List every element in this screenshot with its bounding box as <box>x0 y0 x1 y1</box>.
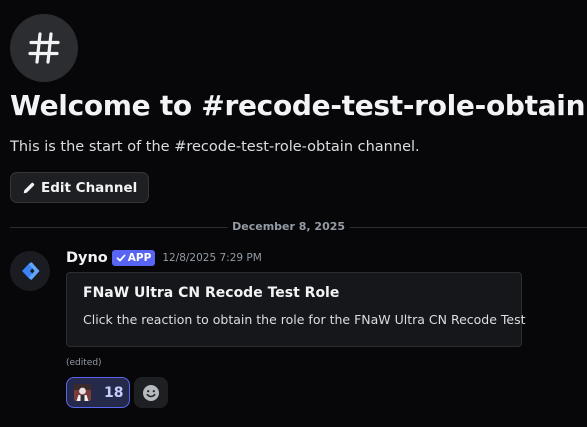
custom-character-emoji-icon <box>74 384 91 401</box>
reaction-count: 18 <box>104 384 124 401</box>
chat-view: Welcome to #recode-test-role-obtain! Thi… <box>0 0 587 427</box>
smiley-add-reaction-icon <box>143 384 159 401</box>
welcome-title: Welcome to #recode-test-role-obtain! <box>10 89 587 122</box>
embed-title: FNaW Ultra CN Recode Test Role <box>83 285 340 301</box>
edited-label: (edited) <box>66 358 102 368</box>
hashtag-icon <box>28 32 60 64</box>
embed-description: Click the reaction to obtain the role fo… <box>83 312 526 327</box>
date-divider-label: December 8, 2025 <box>227 220 351 233</box>
message-timestamp: 12/8/2025 7:29 PM <box>162 252 262 264</box>
edit-channel-button[interactable]: Edit Channel <box>10 172 150 203</box>
message-author[interactable]: Dyno <box>66 250 108 266</box>
channel-hashtag-avatar <box>10 14 78 82</box>
app-badge: APP <box>111 250 156 266</box>
pencil-icon <box>23 182 35 193</box>
edit-channel-label: Edit Channel <box>41 179 138 196</box>
welcome-subtitle: This is the start of the #recode-test-ro… <box>10 139 420 155</box>
message-embed: FNaW Ultra CN Recode Test Role Click the… <box>66 272 526 347</box>
checkmark-icon <box>116 254 126 262</box>
message-header: Dyno APP 12/8/2025 7:29 PM <box>66 250 262 266</box>
dyno-logo-icon <box>10 251 50 291</box>
reaction-button[interactable]: 18 <box>66 377 130 408</box>
app-badge-label: APP <box>127 252 152 264</box>
add-reaction-button[interactable] <box>134 377 168 408</box>
avatar[interactable] <box>10 251 50 291</box>
